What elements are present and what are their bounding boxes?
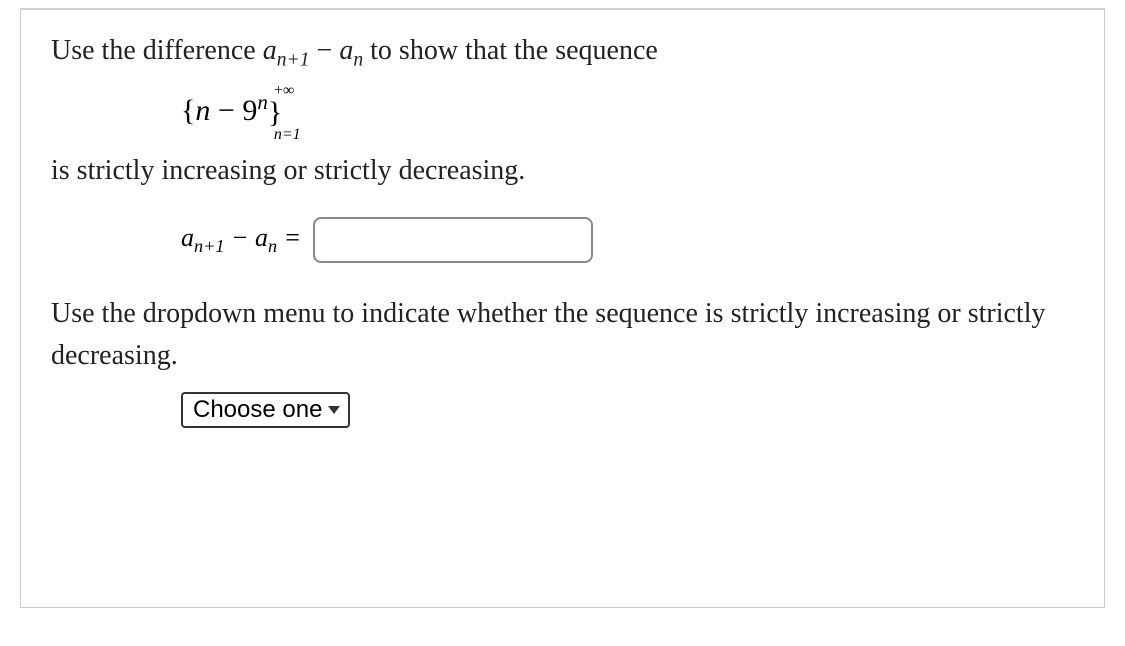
math-sub-np1: n+1: [194, 236, 224, 256]
text-segment: to show that the sequence: [363, 35, 658, 66]
question-card: Use the difference an+1 − an to show tha…: [20, 8, 1105, 608]
answer-row: an+1 − an =: [181, 217, 1074, 263]
dropdown-row: Choose one: [181, 392, 1074, 428]
limits-wrapper: }+∞n=1: [268, 96, 282, 130]
difference-input[interactable]: [313, 217, 593, 263]
math-sub-np1: n+1: [277, 50, 310, 71]
math-sub-n: n: [353, 50, 363, 71]
upper-limit: +∞: [274, 82, 294, 100]
math-minus: −: [224, 223, 255, 252]
formula-nine: 9: [242, 94, 257, 127]
math-a: a: [263, 35, 277, 66]
sequence-formula: {n − 9n}+∞n=1: [181, 90, 1074, 130]
open-brace: {: [181, 94, 195, 127]
monotonicity-dropdown[interactable]: Choose one: [181, 392, 350, 428]
prompt-line-1: Use the difference an+1 − an to show tha…: [51, 30, 1074, 75]
formula-exp: n: [257, 90, 268, 114]
close-brace: }: [268, 96, 282, 129]
math-a: a: [181, 223, 194, 252]
math-a: a: [255, 223, 268, 252]
chevron-down-icon: [328, 405, 340, 415]
answer-lhs: an+1 − an =: [181, 223, 301, 257]
math-minus: −: [310, 35, 340, 66]
prompt-line-3: Use the dropdown menu to indicate whethe…: [51, 293, 1074, 377]
text-segment: Use the difference: [51, 35, 263, 66]
math-a2: a: [339, 35, 353, 66]
dropdown-label: Choose one: [193, 396, 322, 424]
formula-minus: −: [210, 94, 242, 127]
math-equals: =: [277, 223, 301, 252]
formula-n: n: [195, 94, 210, 127]
lower-limit: n=1: [274, 126, 301, 144]
math-sub-n: n: [268, 236, 277, 256]
prompt-line-2: is strictly increasing or strictly decre…: [51, 150, 1074, 192]
